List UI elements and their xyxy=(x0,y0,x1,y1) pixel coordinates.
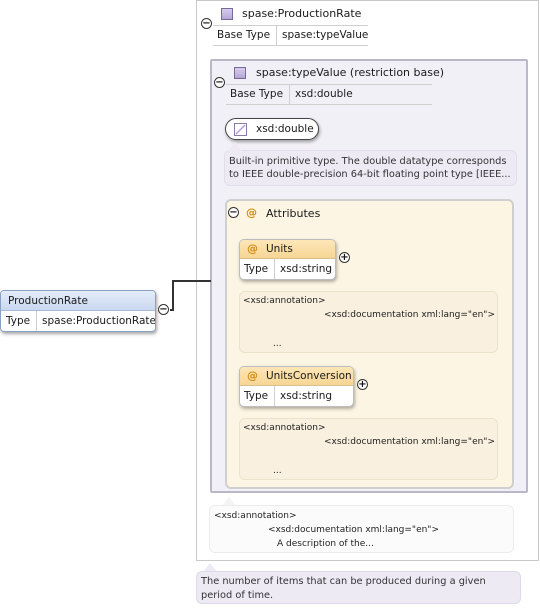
attribute-icon: @ xyxy=(246,206,257,219)
simple-type-icon xyxy=(234,67,246,79)
restriction-name: spase:typeValue (restriction base) xyxy=(256,66,445,79)
annotation-tag: <xsd:annotation> xyxy=(243,296,326,306)
attribute-icon: @ xyxy=(247,369,258,382)
documentation-tag: <xsd:documentation xml:lang="en"> xyxy=(324,437,495,447)
divider xyxy=(274,259,275,279)
collapse-toggle-root[interactable]: − xyxy=(201,18,212,29)
annotation-tag: <xsd:annotation> xyxy=(214,511,297,521)
restriction-base-type-label: Base Type xyxy=(230,88,284,100)
annotation-tag: <xsd:annotation> xyxy=(243,423,326,433)
attribute-type-value: xsd:string xyxy=(280,263,333,275)
divider xyxy=(213,25,368,26)
element-type-label: Type xyxy=(6,315,31,327)
collapse-toggle-restriction[interactable]: − xyxy=(214,77,225,88)
attribute-card-unitsconversion[interactable]: @ UnitsConversion Type xsd:string xyxy=(239,366,354,407)
divider xyxy=(226,104,432,105)
element-type-value: spase:ProductionRate xyxy=(42,315,156,327)
restriction-base-type-value: xsd:double xyxy=(295,88,353,100)
element-annotation: <xsd:annotation> <xsd:documentation xml:… xyxy=(209,505,514,553)
expand-toggle-units[interactable]: + xyxy=(339,252,350,263)
element-description-text: The number of items that can be produced… xyxy=(201,576,486,601)
type-description-text: Built-in primitive type. The double data… xyxy=(229,156,511,180)
collapse-toggle-attributes[interactable]: − xyxy=(228,207,239,218)
base-type-value: spase:typeValue xyxy=(282,29,369,41)
divider xyxy=(274,386,275,406)
documentation-tag: <xsd:documentation xml:lang="en"> xyxy=(268,525,439,535)
annotation-ellipsis: ... xyxy=(273,466,282,476)
minus-icon: − xyxy=(215,77,224,88)
attribute-annotation-unitsconversion: <xsd:annotation> <xsd:documentation xml:… xyxy=(239,418,498,480)
minus-icon: − xyxy=(159,304,168,315)
divider xyxy=(213,45,368,46)
plus-icon: + xyxy=(358,379,367,390)
complex-type-icon xyxy=(221,8,233,20)
divider xyxy=(289,85,290,104)
simple-type-name: xsd:double xyxy=(256,123,314,135)
divider xyxy=(36,311,37,331)
note-pointer xyxy=(228,142,242,151)
divider xyxy=(226,84,432,85)
minus-icon: − xyxy=(202,18,211,29)
attributes-title: Attributes xyxy=(266,207,321,220)
attribute-type-label: Type xyxy=(244,263,269,275)
simple-type-node[interactable]: xsd:double xyxy=(225,118,319,140)
minus-icon: − xyxy=(229,207,238,218)
documentation-text: A description of the... xyxy=(277,539,374,549)
divider xyxy=(276,26,277,45)
attribute-type-label: Type xyxy=(244,390,269,402)
element-description-note: The number of items that can be produced… xyxy=(196,571,521,604)
attribute-name: UnitsConversion xyxy=(266,370,352,382)
attribute-icon: @ xyxy=(247,242,258,255)
root-type-name: spase:ProductionRate xyxy=(242,7,362,20)
connector-line xyxy=(172,280,211,282)
annotation-ellipsis: ... xyxy=(273,339,282,349)
attribute-card-units[interactable]: @ Units Type xsd:string xyxy=(239,239,336,280)
type-description-note: Built-in primitive type. The double data… xyxy=(224,150,517,186)
attribute-annotation-units: <xsd:annotation> <xsd:documentation xml:… xyxy=(239,291,498,353)
element-name: ProductionRate xyxy=(8,295,88,307)
plus-icon: + xyxy=(340,252,349,263)
expand-toggle-unitsconversion[interactable]: + xyxy=(357,379,368,390)
attribute-type-value: xsd:string xyxy=(280,390,333,402)
base-type-label: Base Type xyxy=(217,29,271,41)
element-node-productionrate[interactable]: ProductionRate Type spase:ProductionRate xyxy=(0,290,156,332)
builtin-type-icon xyxy=(234,123,247,136)
documentation-tag: <xsd:documentation xml:lang="en"> xyxy=(324,310,495,320)
collapse-toggle-element[interactable]: − xyxy=(158,304,169,315)
connector-line xyxy=(172,280,174,311)
attribute-name: Units xyxy=(266,243,293,255)
